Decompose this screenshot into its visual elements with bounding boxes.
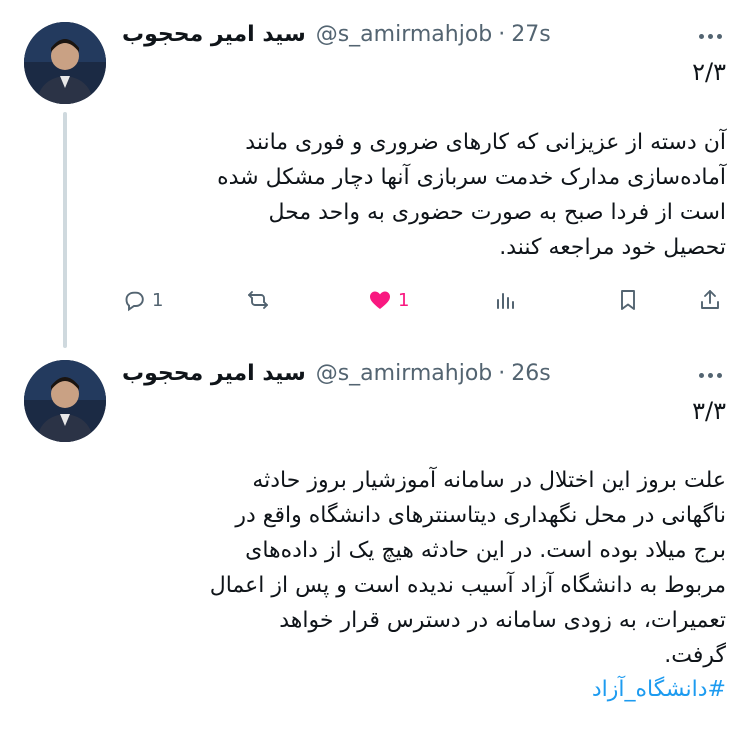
tweet-header: سید امیر محجوب @s_amirmahjob · 27s: [122, 17, 690, 51]
bookmark-button[interactable]: [616, 285, 640, 315]
avatar[interactable]: [24, 22, 106, 104]
action-bar: 1 1: [122, 285, 726, 315]
like-count: 1: [398, 289, 410, 311]
author-handle[interactable]: @s_amirmahjob: [316, 361, 493, 386]
tweet-text: علت بروز این اختلال در سامانه آموزشیار ب…: [209, 468, 726, 668]
thread-counter: ۲/۳: [692, 58, 726, 86]
like-button[interactable]: 1: [368, 285, 409, 315]
timestamp[interactable]: 27s: [511, 22, 550, 47]
separator: ·: [498, 21, 506, 47]
retweet-button[interactable]: [246, 285, 276, 315]
avatar[interactable]: [24, 360, 106, 442]
tweet-header: سید امیر محجوب @s_amirmahjob · 26s: [122, 356, 690, 390]
author-handle[interactable]: @s_amirmahjob: [316, 22, 493, 47]
thread-counter: ۳/۳: [692, 397, 726, 425]
retweet-icon: [248, 291, 268, 309]
author-name[interactable]: سید امیر محجوب: [122, 22, 306, 47]
separator: ·: [498, 360, 506, 386]
tweet-text: آن دسته از عزیزانی که کارهای ضروری و فور…: [217, 130, 726, 260]
more-icon[interactable]: [694, 26, 726, 46]
views-button[interactable]: [494, 285, 518, 315]
share-icon: [701, 290, 719, 309]
reply-count: 1: [152, 289, 164, 311]
thread-line: [63, 112, 67, 348]
views-icon: [497, 293, 514, 309]
more-icon[interactable]: [694, 365, 726, 385]
hashtag-link[interactable]: #دانشگاه_آزاد: [592, 677, 726, 702]
reply-button[interactable]: 1: [122, 285, 163, 315]
tweet-1[interactable]: سید امیر محجوب @s_amirmahjob · 27s ۲/۳ آ…: [0, 0, 750, 348]
author-name[interactable]: سید امیر محجوب: [122, 361, 306, 386]
reply-icon: [125, 291, 144, 312]
share-button[interactable]: [698, 285, 722, 315]
timestamp[interactable]: 26s: [511, 361, 550, 386]
bookmark-icon: [621, 290, 635, 310]
like-icon: [370, 291, 390, 309]
tweet-2[interactable]: سید امیر محجوب @s_amirmahjob · 26s ۳/۳ ع…: [0, 345, 750, 736]
